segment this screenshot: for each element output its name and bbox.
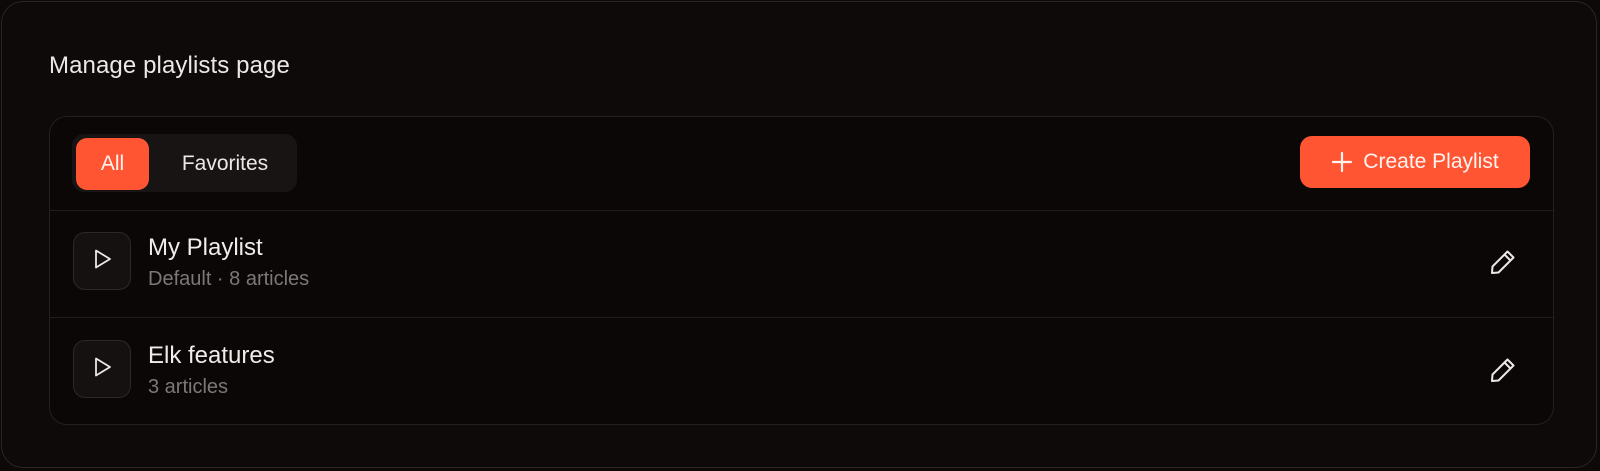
playlist-subtitle: Default · 8 articles [148,268,310,290]
playlists-toolbar: All Favorites Create Playlist [50,117,1553,211]
play-button[interactable] [73,340,131,398]
page-title: Manage playlists page [49,52,290,79]
play-icon [90,247,114,276]
playlist-row: Elk features 3 articles [50,318,1553,424]
plus-icon [1331,151,1353,173]
play-button[interactable] [73,232,131,290]
pencil-icon [1488,247,1518,282]
playlists-panel: Manage playlists page All Favorites Crea… [1,1,1597,468]
edit-playlist-button[interactable] [1483,352,1523,392]
create-playlist-button[interactable]: Create Playlist [1300,136,1530,188]
pencil-icon [1488,355,1518,390]
tab-all[interactable]: All [76,138,149,190]
playlist-subtitle: 3 articles [148,376,229,398]
create-playlist-label: Create Playlist [1363,150,1499,173]
playlist-row: My Playlist Default · 8 articles [50,210,1553,318]
play-icon [90,355,114,384]
playlists-card: All Favorites Create Playlist My Playlis… [49,116,1554,425]
edit-playlist-button[interactable] [1483,244,1523,284]
playlist-title[interactable]: My Playlist [148,234,263,262]
playlist-title[interactable]: Elk features [148,342,275,370]
tab-favorites[interactable]: Favorites [157,138,293,190]
filter-tabs: All Favorites [72,134,297,192]
